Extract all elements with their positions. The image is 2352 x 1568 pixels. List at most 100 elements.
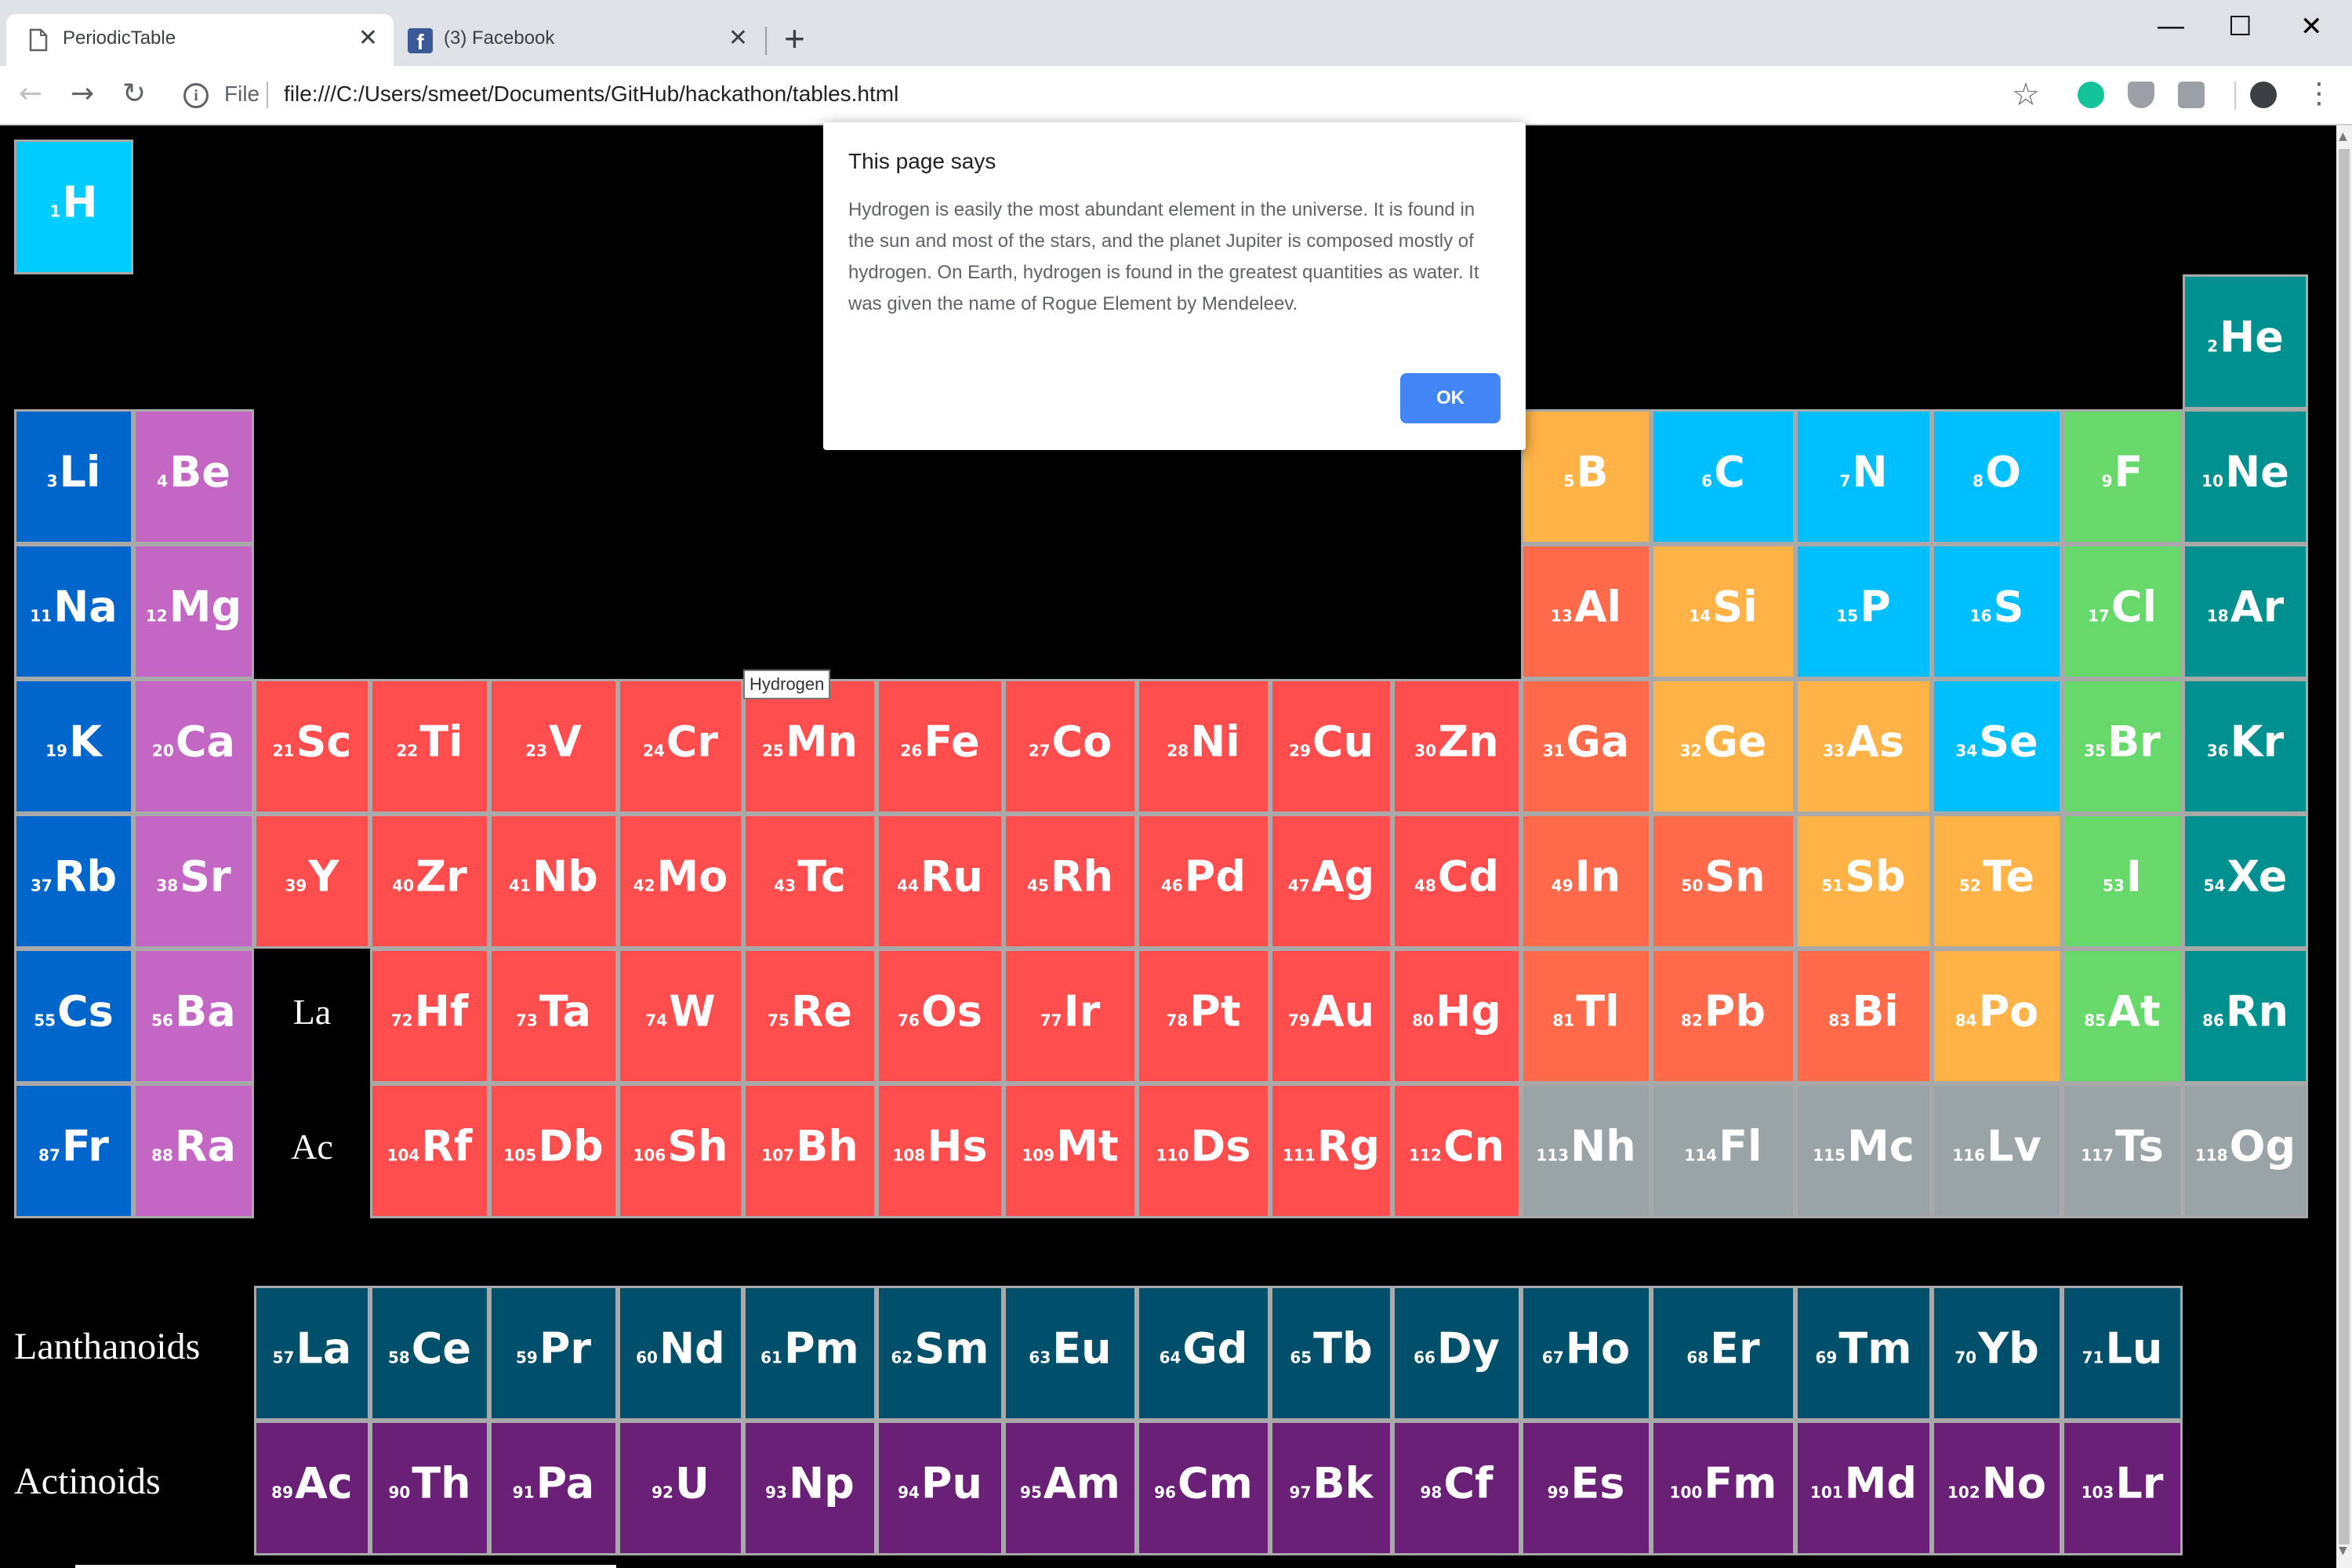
element-cell-pr-lanthanoids[interactable]: 59Pr: [489, 1286, 618, 1421]
element-cell-in[interactable]: 49In: [1521, 814, 1651, 949]
element-cell-kr[interactable]: 36Kr: [2183, 679, 2308, 814]
element-cell-rg[interactable]: 111Rg: [1270, 1083, 1392, 1218]
grammarly-icon[interactable]: [2078, 82, 2104, 108]
element-cell-cf-actinoids[interactable]: 98Cf: [1392, 1421, 1521, 1555]
element-cell-pm-lanthanoids[interactable]: 61Pm: [743, 1286, 877, 1421]
element-cell-at[interactable]: 85At: [2062, 949, 2183, 1083]
element-cell-tc[interactable]: 43Tc: [743, 814, 877, 949]
element-cell-lv[interactable]: 116Lv: [1932, 1083, 2062, 1218]
element-cell-rh[interactable]: 45Rh: [1004, 814, 1137, 949]
element-cell-ru[interactable]: 44Ru: [877, 814, 1004, 949]
element-cell-ti[interactable]: 22Ti: [370, 679, 489, 814]
info-icon[interactable]: i: [183, 83, 209, 108]
address-bar[interactable]: file:///C:/Users/smeet/Documents/GitHub/…: [284, 82, 898, 107]
element-cell-cs[interactable]: 55Cs: [14, 949, 133, 1083]
minimize-button[interactable]: —: [2158, 11, 2184, 42]
element-cell-bk-actinoids[interactable]: 97Bk: [1270, 1421, 1392, 1555]
tab-periodictable[interactable]: PeriodicTable ✕: [6, 14, 394, 66]
element-cell-p[interactable]: 15P: [1795, 544, 1932, 679]
element-cell-fm-actinoids[interactable]: 100Fm: [1651, 1421, 1795, 1555]
element-cell-pa-actinoids[interactable]: 91Pa: [489, 1421, 618, 1555]
element-cell-au[interactable]: 79Au: [1270, 949, 1392, 1083]
element-cell-ag[interactable]: 47Ag: [1270, 814, 1392, 949]
element-cell-na[interactable]: 11Na: [14, 544, 133, 679]
camera-icon[interactable]: [2178, 82, 2205, 108]
element-cell-gd-lanthanoids[interactable]: 64Gd: [1137, 1286, 1270, 1421]
vertical-scrollbar[interactable]: ▲ ▼: [2336, 125, 2352, 1568]
element-cell-og[interactable]: 118Og: [2183, 1083, 2308, 1218]
element-cell-se[interactable]: 34Se: [1932, 679, 2062, 814]
element-cell-nh[interactable]: 113Nh: [1521, 1083, 1651, 1218]
close-tab-icon[interactable]: ✕: [358, 27, 378, 50]
element-cell-ne[interactable]: 10Ne: [2183, 409, 2308, 544]
element-cell-sb[interactable]: 51Sb: [1795, 814, 1932, 949]
element-cell-hg[interactable]: 80Hg: [1392, 949, 1521, 1083]
element-cell-y[interactable]: 39Y: [254, 814, 370, 949]
element-cell-c[interactable]: 6C: [1651, 409, 1795, 544]
element-cell-ca[interactable]: 20Ca: [133, 679, 254, 814]
element-cell-eu-lanthanoids[interactable]: 63Eu: [1004, 1286, 1137, 1421]
element-cell-tl[interactable]: 81Tl: [1521, 949, 1651, 1083]
element-cell-cl[interactable]: 17Cl: [2062, 544, 2183, 679]
element-cell-pb[interactable]: 82Pb: [1651, 949, 1795, 1083]
element-cell-os[interactable]: 76Os: [877, 949, 1004, 1083]
element-cell-rf[interactable]: 104Rf: [370, 1083, 489, 1218]
element-cell-nb[interactable]: 41Nb: [489, 814, 618, 949]
reload-button[interactable]: ↻: [122, 78, 146, 110]
element-cell-pu-actinoids[interactable]: 94Pu: [877, 1421, 1004, 1555]
element-cell-rn[interactable]: 86Rn: [2183, 949, 2308, 1083]
element-cell-he[interactable]: 2He: [2183, 274, 2308, 409]
element-cell-es-actinoids[interactable]: 99Es: [1521, 1421, 1651, 1555]
element-cell-xe[interactable]: 54Xe: [2183, 814, 2308, 949]
element-cell-ba[interactable]: 56Ba: [133, 949, 254, 1083]
element-cell-v[interactable]: 23V: [489, 679, 618, 814]
element-cell-hs[interactable]: 108Hs: [877, 1083, 1004, 1218]
element-cell-li[interactable]: 3Li: [14, 409, 133, 544]
element-cell-md-actinoids[interactable]: 101Md: [1795, 1421, 1932, 1555]
element-cell-bh[interactable]: 107Bh: [743, 1083, 877, 1218]
element-cell-b[interactable]: 5B: [1521, 409, 1651, 544]
element-cell-ac-actinoids[interactable]: 89Ac: [254, 1421, 370, 1555]
element-cell-pd[interactable]: 46Pd: [1137, 814, 1270, 949]
element-cell-h[interactable]: 1H: [14, 140, 133, 274]
element-cell-bi[interactable]: 83Bi: [1795, 949, 1932, 1083]
forward-button[interactable]: →: [71, 78, 94, 110]
scheme-label[interactable]: File: [224, 82, 260, 107]
ok-button[interactable]: OK: [1400, 373, 1501, 423]
back-button[interactable]: ←: [19, 78, 42, 110]
new-tab-button[interactable]: +: [784, 20, 805, 56]
element-cell-cu[interactable]: 29Cu: [1270, 679, 1392, 814]
element-cell-br[interactable]: 35Br: [2062, 679, 2183, 814]
element-cell-mc[interactable]: 115Mc: [1795, 1083, 1932, 1218]
maximize-button[interactable]: ☐: [2228, 11, 2252, 42]
element-cell-np-actinoids[interactable]: 93Np: [743, 1421, 877, 1555]
element-cell-db[interactable]: 105Db: [489, 1083, 618, 1218]
element-cell-sm-lanthanoids[interactable]: 62Sm: [877, 1286, 1004, 1421]
element-cell-o[interactable]: 8O: [1932, 409, 2062, 544]
shield-icon[interactable]: [2128, 82, 2154, 108]
element-cell-fr[interactable]: 87Fr: [14, 1083, 133, 1218]
element-cell-hf[interactable]: 72Hf: [370, 949, 489, 1083]
element-cell-cn[interactable]: 112Cn: [1392, 1083, 1521, 1218]
element-cell-ga[interactable]: 31Ga: [1521, 679, 1651, 814]
element-cell-as[interactable]: 33As: [1795, 679, 1932, 814]
element-cell-i[interactable]: 53I: [2062, 814, 2183, 949]
element-cell-te[interactable]: 52Te: [1932, 814, 2062, 949]
profile-icon[interactable]: [2250, 82, 2277, 108]
menu-icon[interactable]: ⋮: [2305, 78, 2333, 110]
element-cell-sh[interactable]: 106Sh: [618, 1083, 743, 1218]
element-cell-yb-lanthanoids[interactable]: 70Yb: [1932, 1286, 2062, 1421]
element-cell-ir[interactable]: 77Ir: [1004, 949, 1137, 1083]
bookmark-star-icon[interactable]: ☆: [2012, 77, 2040, 113]
element-cell-ta[interactable]: 73Ta: [489, 949, 618, 1083]
horizontal-scroll-thumb[interactable]: [75, 1565, 616, 1568]
element-cell-tb-lanthanoids[interactable]: 65Tb: [1270, 1286, 1392, 1421]
element-cell-ho-lanthanoids[interactable]: 67Ho: [1521, 1286, 1651, 1421]
scrollbar-thumb[interactable]: [2339, 149, 2350, 1544]
element-cell-mg[interactable]: 12Mg: [133, 544, 254, 679]
element-cell-lr-actinoids[interactable]: 103Lr: [2062, 1421, 2183, 1555]
element-cell-fe[interactable]: 26Fe: [877, 679, 1004, 814]
element-cell-f[interactable]: 9F: [2062, 409, 2183, 544]
element-cell-zn[interactable]: 30Zn: [1392, 679, 1521, 814]
scroll-up-icon[interactable]: ▲: [2339, 130, 2347, 143]
